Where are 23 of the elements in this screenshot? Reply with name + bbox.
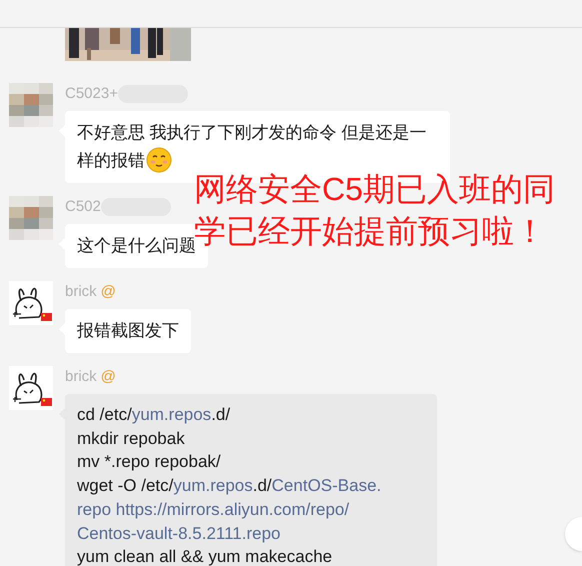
code-line: repo https://mirrors.aliyun.com/repo/ xyxy=(77,498,350,521)
avatar-pixelated xyxy=(9,83,53,127)
sender-name: brick xyxy=(65,282,97,302)
overlay-caption: 网络安全C5期已入班的同 xyxy=(194,170,555,209)
message-text: 这个是什么问题 xyxy=(77,236,196,255)
message-text: 不好意思 我执行了下刚才发的命令 但是还是一样的报错 xyxy=(77,123,426,170)
avatar-pixelated xyxy=(9,196,53,240)
code-line: cd /etc/yum.repos.d/ xyxy=(77,404,232,426)
message-text: 报错截图发下 xyxy=(77,321,179,340)
code-line: Centos-vault-8.5.2111.repo xyxy=(77,522,282,545)
sender-name: brick xyxy=(65,367,97,387)
mention-sign: @ xyxy=(100,282,116,302)
code-line: mv *.repo repobak/ xyxy=(77,451,222,474)
sender-name: C5023+ xyxy=(65,84,118,104)
sender-name: C502 xyxy=(65,197,101,217)
code-line: yum clean all && yum makecache xyxy=(77,546,334,566)
code-line: wget -O /etc/yum.repos.d/CentOS-Base. xyxy=(77,475,382,498)
rabbit-avatar xyxy=(9,281,53,325)
rabbit-avatar xyxy=(9,366,53,410)
code-line: mkdir repobak xyxy=(77,428,186,450)
mention-sign: @ xyxy=(100,367,116,387)
scroll-button[interactable] xyxy=(565,517,582,551)
overlay-caption: 学已经开始提前预习啦！ xyxy=(194,212,547,249)
